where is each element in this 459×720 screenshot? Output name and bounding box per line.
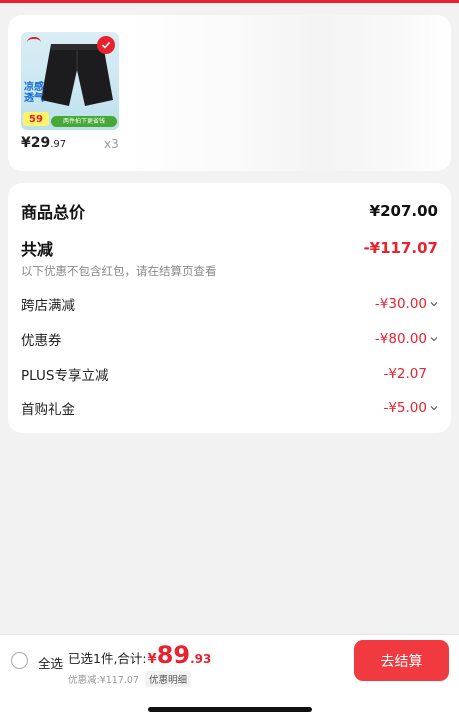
discount-amount: -¥80.00 (374, 331, 427, 347)
selected-count-text: 已选1件,合计: (68, 651, 147, 666)
select-all-radio[interactable] (11, 652, 28, 669)
product-card-background (128, 15, 451, 171)
price-summary-card: 商品总价 ¥207.00 共减 -¥117.07 以下优惠不包含红包，请在结算页… (8, 183, 451, 433)
chevron-down-icon (430, 406, 438, 411)
home-indicator (148, 707, 312, 712)
chevron-down-icon (430, 337, 438, 342)
discount-label: 优惠券 (21, 333, 62, 349)
total-price-label: 商品总价 (21, 203, 86, 222)
discount-label: PLUS专享立减 (21, 368, 109, 384)
top-accent-bar (0, 0, 459, 3)
total-price-value: ¥207.00 (369, 202, 438, 220)
total-currency: ¥ (147, 652, 157, 667)
product-thumbnail[interactable]: 凉感透气 59 两件拍下更省钱 (21, 32, 119, 130)
total-reduction-value: -¥117.07 (363, 239, 438, 257)
discount-summary: 优惠减:¥117.07 优惠明细 (68, 671, 192, 687)
discount-value: -¥5.00 (383, 400, 438, 416)
discount-label: 首购礼金 (21, 402, 75, 418)
product-price: ¥29.97 (21, 135, 66, 151)
discount-row-coupon[interactable]: 优惠券 -¥80.00 (21, 328, 438, 350)
total-price-row: 商品总价 ¥207.00 (21, 199, 438, 223)
total-reduction-row: 共减 -¥117.07 (21, 236, 438, 260)
discount-row-first-purchase[interactable]: 首购礼金 -¥5.00 (21, 397, 438, 419)
discount-value: -¥80.00 (375, 331, 438, 347)
image-price-tag: 59 (23, 112, 49, 126)
discount-row-cross-store[interactable]: 跨店满减 -¥30.00 (21, 293, 438, 315)
discount-note: 以下优惠不包含红包，请在结算页查看 (21, 264, 217, 278)
discount-detail-button[interactable]: 优惠明细 (145, 671, 192, 687)
total-amount-int: 89 (156, 641, 191, 669)
product-quantity: x3 (104, 137, 119, 151)
product-price-int: ¥29 (21, 135, 51, 151)
checkout-bar: 全选 已选1件,合计: ¥ 89 .93 优惠减:¥117.07 优惠明细 去结… (0, 634, 459, 720)
product-price-dec: .97 (50, 139, 67, 150)
discount-value: -¥30.00 (375, 296, 438, 312)
discount-label: 跨店满减 (21, 298, 75, 314)
discount-total-text: 优惠减:¥117.07 (68, 675, 139, 686)
total-reduction-label: 共减 (21, 240, 54, 259)
discount-amount: -¥5.00 (383, 400, 427, 416)
discount-value: -¥2.07 (383, 366, 438, 382)
discount-row-plus: PLUS专享立减 -¥2.07 (21, 363, 438, 385)
checkout-button[interactable]: 去结算 (354, 640, 449, 681)
image-promo-text: 凉感透气 (24, 82, 44, 104)
image-banner: 两件拍下更省钱 (51, 116, 117, 127)
selected-summary: 已选1件,合计: ¥ 89 .93 (68, 641, 211, 671)
select-all-label[interactable]: 全选 (38, 653, 63, 672)
chevron-down-icon (430, 302, 438, 307)
total-amount-dec: .93 (190, 652, 212, 666)
discount-amount: -¥30.00 (374, 296, 427, 312)
discount-amount: -¥2.07 (383, 366, 427, 382)
product-card: 凉感透气 59 两件拍下更省钱 ¥29.97 x3 (8, 15, 451, 171)
selected-check-icon[interactable] (97, 36, 115, 54)
